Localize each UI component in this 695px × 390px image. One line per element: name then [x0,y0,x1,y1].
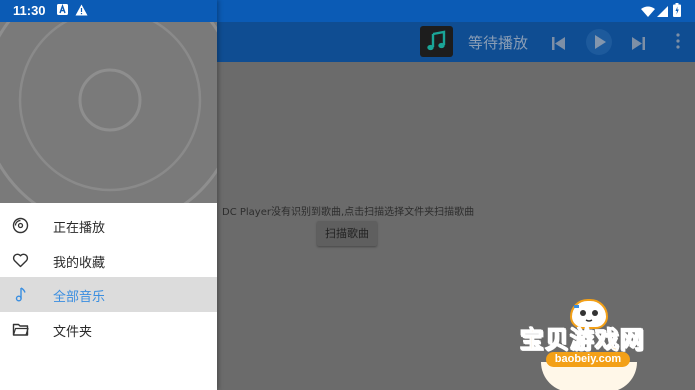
music-note-icon [427,30,446,51]
heart-icon [12,252,29,269]
watermark-text: 宝贝游戏网 [520,326,645,355]
skip-next-icon [632,37,645,50]
scan-songs-button[interactable]: 扫描歌曲 [317,221,377,246]
folder-icon [12,321,29,338]
empty-library-message: DC Player没有识别到歌曲,点击扫描选择文件夹扫描歌曲 [222,207,475,218]
skip-previous-icon [552,37,565,50]
disc-artwork-icon [0,0,217,203]
wifi-icon [641,5,655,20]
play-button[interactable] [585,28,613,60]
play-icon [586,29,612,55]
menu-item-folders[interactable]: 文件夹 [0,312,217,347]
battery-icon [673,3,681,20]
drawer-header: 11:30 [0,0,217,203]
watermark: 宝贝游戏网 baobeiy.com [515,296,665,390]
drawer-status-time: 11:30 [13,3,46,18]
album-cover[interactable] [420,26,453,57]
screen: 11:30 等待播放 [0,0,695,390]
menu-item-label: 正在播放 [53,221,106,236]
signal-icon [657,5,668,20]
disc-icon [12,217,29,234]
drawer-status-bar: 11:30 [0,0,217,22]
menu-item-label: 文件夹 [53,324,93,340]
navigation-drawer: 11:30 正在播放 我的收藏 全部音乐 文件夹 [0,0,217,390]
drawer-menu: 正在播放 我的收藏 全部音乐 文件夹 [0,208,217,346]
more-vert-icon [676,33,680,49]
menu-item-label: 我的收藏 [53,255,106,271]
overflow-menu-button[interactable] [676,33,680,53]
music-note-icon [12,286,29,303]
menu-item-label: 全部音乐 [53,290,106,305]
menu-item-now-playing[interactable]: 正在播放 [0,208,217,243]
menu-item-all-music[interactable]: 全部音乐 [0,277,217,312]
watermark-url: baobeiy.com [546,352,630,367]
menu-item-favorites[interactable]: 我的收藏 [0,243,217,278]
next-button[interactable] [631,35,645,54]
now-playing-title[interactable]: 等待播放 [468,32,528,53]
previous-button[interactable] [552,35,566,54]
